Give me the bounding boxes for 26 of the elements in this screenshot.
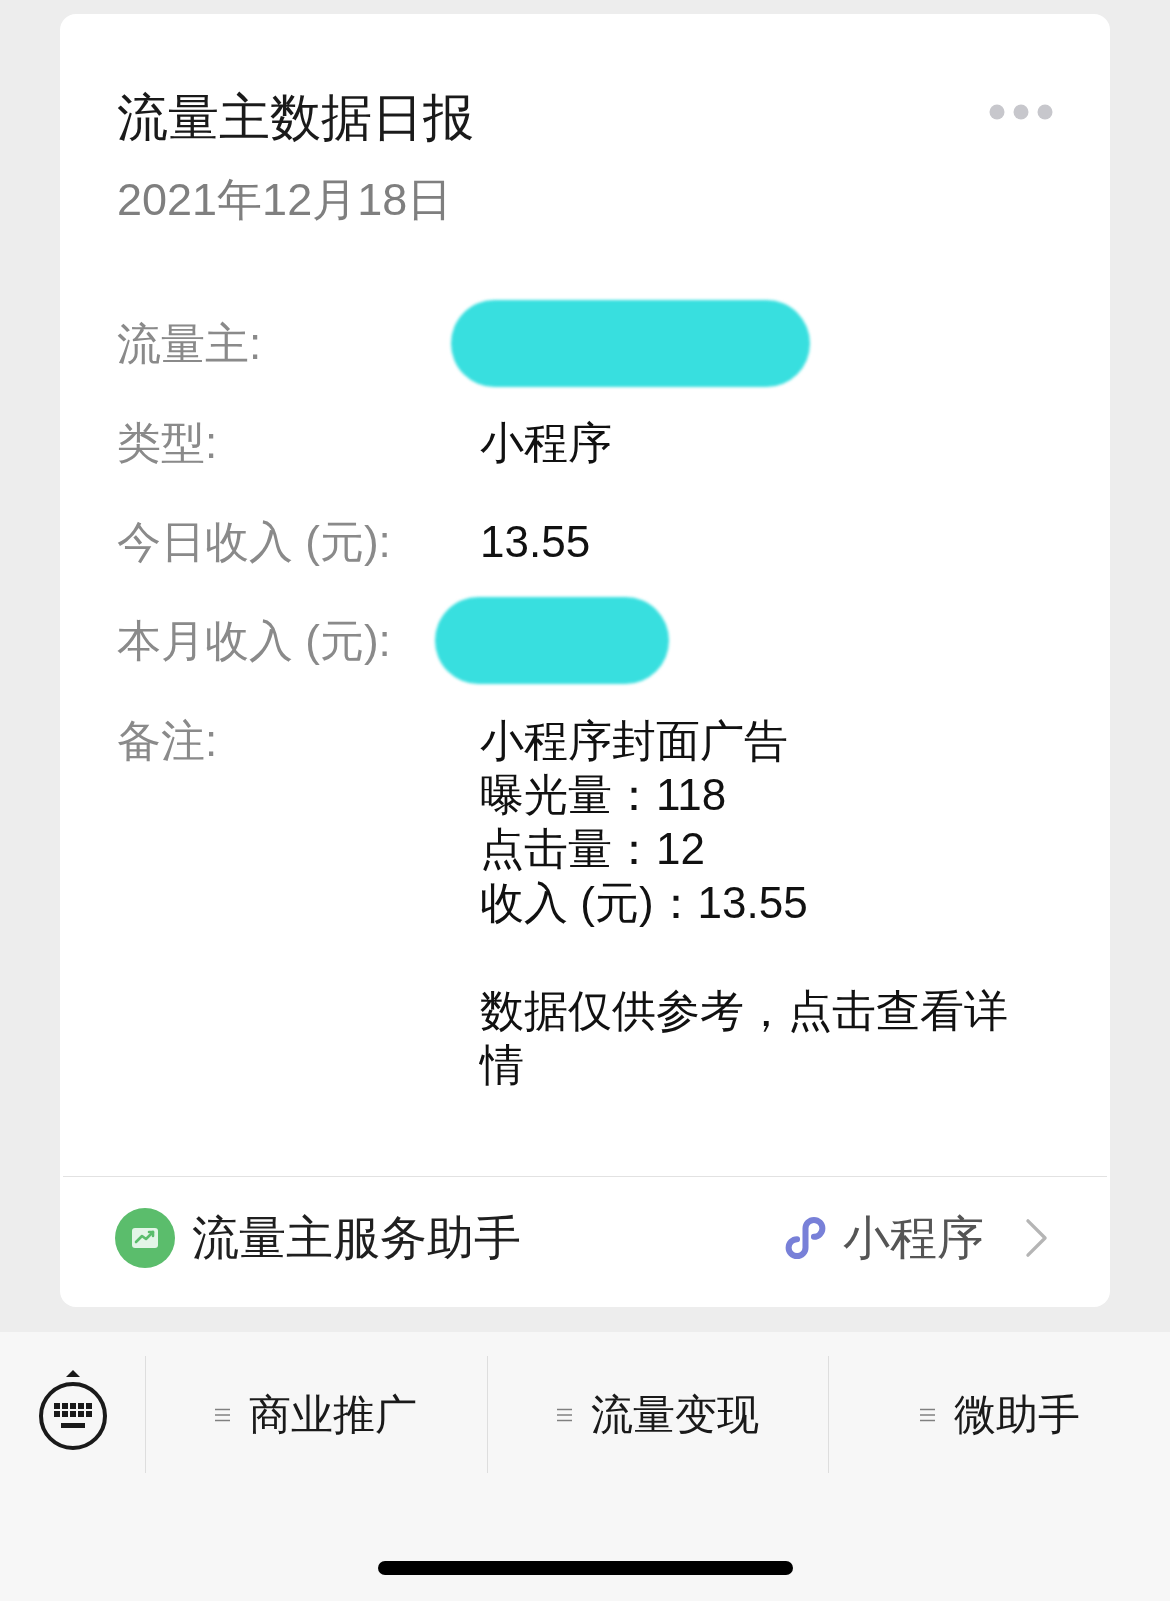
remark-note: 数据仅供参考，点击查看详情 bbox=[480, 985, 1009, 1091]
menu-icon bbox=[215, 1407, 231, 1422]
remark-line: 点击量：12 bbox=[480, 823, 706, 875]
field-label: 流量主: bbox=[117, 318, 262, 368]
chevron-right-icon bbox=[1025, 1218, 1048, 1258]
chart-icon bbox=[115, 1208, 175, 1268]
menu-icon bbox=[919, 1407, 935, 1422]
mini-program-tag: 小程序 bbox=[843, 1210, 984, 1266]
field-value: 13.55 bbox=[480, 515, 591, 568]
report-date: 2021年12月18日 bbox=[117, 174, 453, 225]
menu-button[interactable]: 商业推广 bbox=[145, 1356, 487, 1473]
menu-button[interactable]: 微助手 bbox=[828, 1356, 1170, 1473]
remark-line: 小程序封面广告 bbox=[480, 715, 789, 767]
message-card[interactable]: 流量主数据日报 2021年12月18日 流量主: 类型: 小程序 今日收入 (元): 13.55 本月收入 (元): 备注: 小程序封面广告 曝光量：118 点击量：12 收入 (元)：13.55 数据仅供参考，点击查看详情 流量主服务助手 小程序 bbox=[60, 14, 1110, 1307]
field-value: 小程序 bbox=[480, 416, 612, 469]
menu-icon bbox=[557, 1407, 572, 1422]
menu-button[interactable]: 流量变现 bbox=[486, 1356, 829, 1473]
card-title: 流量主数据日报 bbox=[117, 88, 474, 148]
field-label: 今日收入 (元): bbox=[117, 516, 391, 566]
remark-line: 收入 (元)：13.55 bbox=[480, 877, 809, 929]
service-name: 流量主服务助手 bbox=[192, 1210, 521, 1266]
field-label: 备注: bbox=[117, 716, 218, 765]
field-label: 类型: bbox=[117, 417, 218, 467]
remark-line: 曝光量：118 bbox=[480, 769, 728, 821]
link-icon bbox=[785, 1216, 826, 1260]
field-label: 本月收入 (元): bbox=[117, 615, 391, 665]
